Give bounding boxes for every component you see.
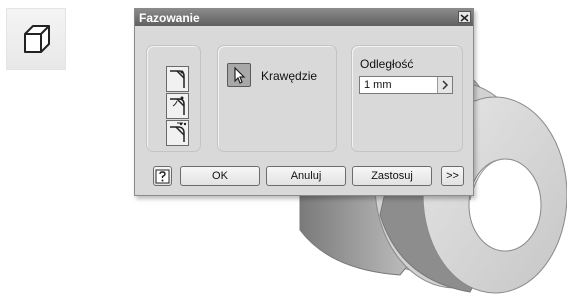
edges-label: Krawędzie [261, 69, 318, 83]
distance-angle-method-button[interactable] [166, 93, 189, 119]
distance-panel: Odległość 1 mm [351, 45, 463, 152]
distance-value: 1 mm [364, 79, 392, 91]
close-icon [460, 14, 469, 22]
two-distances-method-button[interactable] [166, 120, 189, 146]
ok-button[interactable]: OK [180, 166, 260, 186]
chamfer-dialog: Fazowanie Krawędzie Odległość 1 mm OK An… [134, 8, 474, 196]
more-options-button[interactable]: >> [441, 166, 464, 186]
select-cursor-icon [234, 66, 246, 84]
help-button[interactable] [153, 166, 172, 186]
chevron-right-icon [442, 80, 449, 90]
dialog-titlebar[interactable]: Fazowanie [135, 9, 473, 26]
two-distances-chamfer-icon [170, 122, 187, 142]
close-button[interactable] [458, 11, 471, 23]
distance-chamfer-icon [170, 70, 185, 88]
distance-input[interactable]: 1 mm [359, 76, 453, 94]
method-panel [146, 45, 201, 152]
edges-panel: Krawędzie [217, 45, 337, 152]
dialog-title: Fazowanie [139, 11, 200, 25]
cancel-button[interactable]: Anuluj [266, 166, 346, 186]
help-icon [155, 169, 170, 183]
distance-label: Odległość [360, 57, 414, 71]
apply-button[interactable]: Zastosuj [352, 166, 432, 186]
distance-method-button[interactable] [166, 66, 189, 92]
chamfer-tool-button[interactable] [6, 8, 66, 70]
distance-angle-chamfer-icon [170, 96, 185, 115]
chamfer-tool-icon [24, 25, 50, 53]
distance-arrow-button[interactable] [437, 77, 452, 93]
edges-select-button[interactable] [227, 63, 251, 87]
